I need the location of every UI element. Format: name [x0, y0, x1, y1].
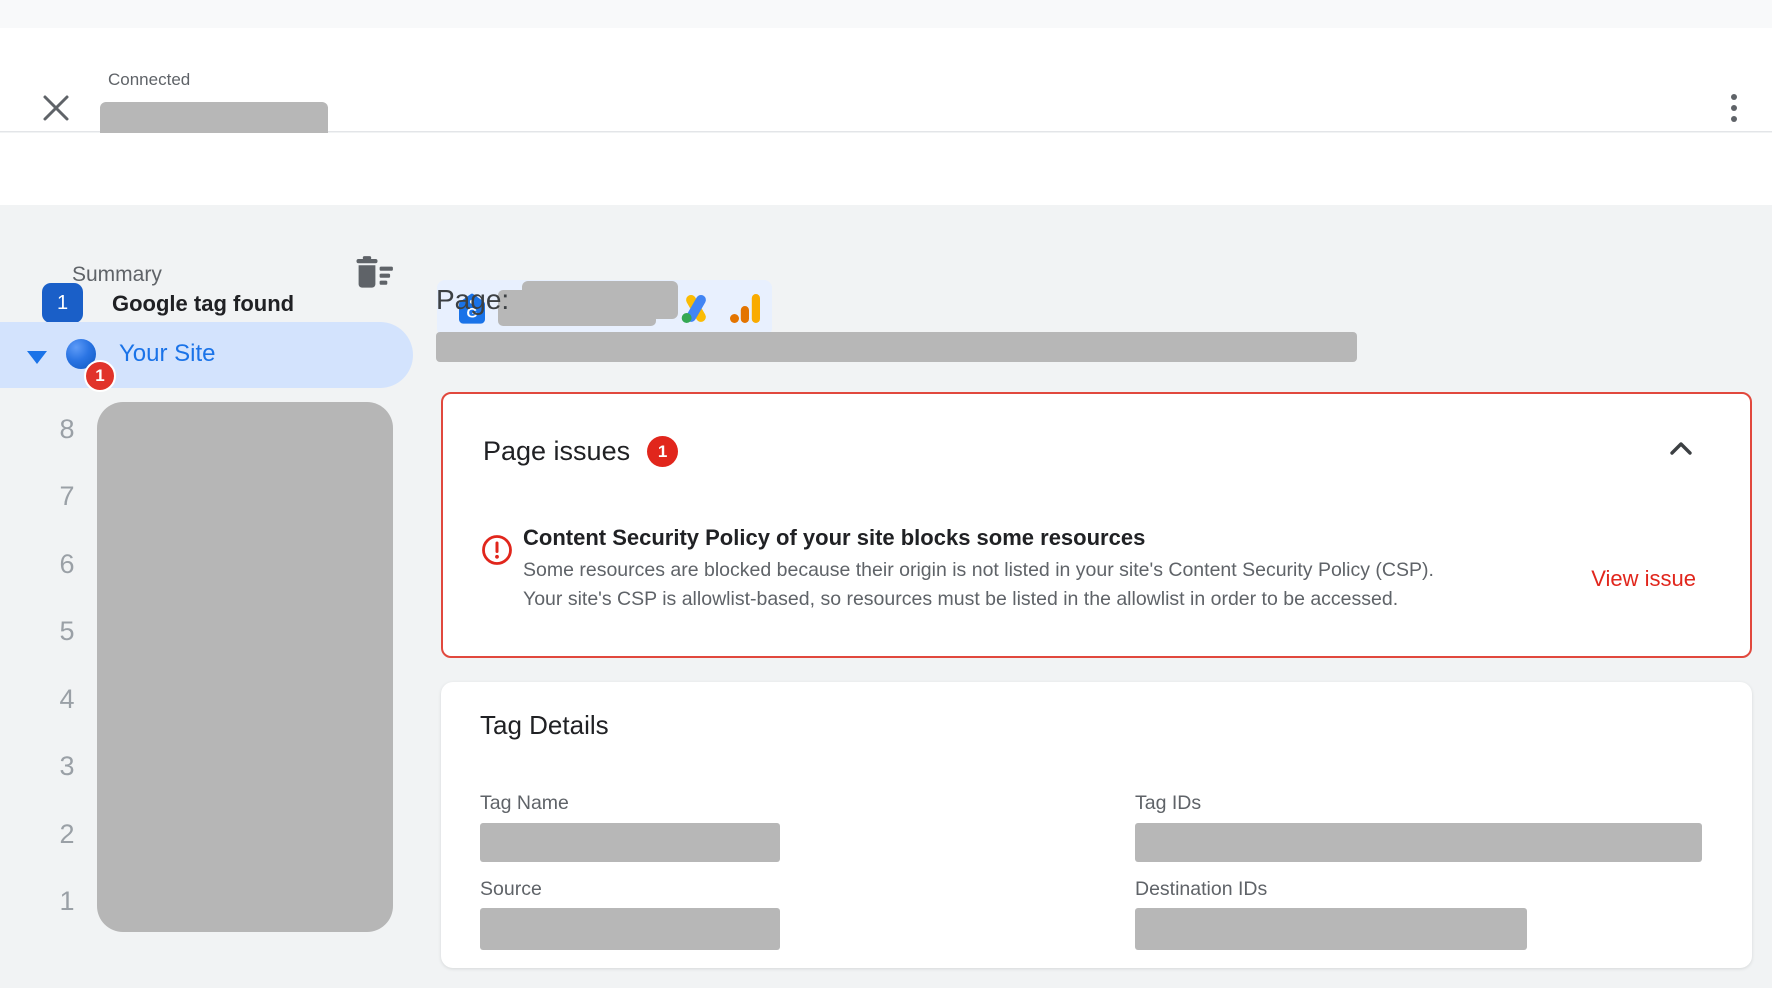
tag-details-card: Tag Details Tag Name Tag IDs Source Dest…	[441, 682, 1752, 968]
top-strip	[0, 0, 1772, 28]
kebab-menu-icon	[1731, 105, 1737, 111]
page-url-redacted	[436, 332, 1357, 362]
issue-description-block: Content Security Policy of your site blo…	[523, 525, 1573, 613]
issue-count-badge: 1	[647, 436, 678, 467]
summary-heading: Summary	[72, 263, 162, 287]
tag-ids-redacted	[1135, 823, 1702, 862]
sidebar-item-your-site[interactable]: 1 Your Site	[0, 322, 413, 388]
tag-found-label: Google tag found	[112, 291, 294, 317]
caret-down-icon[interactable]	[27, 351, 47, 364]
clear-log-button[interactable]	[350, 254, 398, 296]
more-options-button[interactable]	[1716, 84, 1752, 132]
collapse-issues-button[interactable]	[1664, 432, 1698, 466]
sidebar-item-label: Your Site	[119, 340, 216, 368]
issue-title: Content Security Policy of your site blo…	[523, 525, 1573, 551]
destination-ids-redacted	[1135, 908, 1527, 950]
google-ads-icon	[678, 292, 714, 325]
field-label-source: Source	[480, 878, 542, 901]
field-label-destination-ids: Destination IDs	[1135, 878, 1267, 901]
kebab-menu-icon	[1731, 116, 1737, 122]
issue-description-line2: Your site's CSP is allowlist-based, so r…	[523, 585, 1573, 614]
event-row-number: 7	[46, 481, 88, 512]
field-label-tag-ids: Tag IDs	[1135, 792, 1201, 815]
event-row-number: 1	[46, 886, 88, 917]
kebab-menu-icon	[1731, 94, 1737, 100]
google-analytics-icon	[730, 294, 760, 323]
source-redacted	[480, 908, 780, 950]
close-button[interactable]	[38, 90, 74, 126]
connection-header: Connected	[0, 28, 1772, 132]
event-row-number: 6	[46, 549, 88, 580]
event-row-number: 3	[46, 751, 88, 782]
page-name-redacted	[522, 281, 678, 319]
delete-sweep-icon	[350, 254, 398, 296]
field-label-tag-name: Tag Name	[480, 792, 569, 815]
close-icon	[38, 90, 74, 126]
page-label: Page:	[436, 284, 509, 316]
site-issue-badge: 1	[84, 360, 116, 392]
tag-count-badge: 1	[42, 283, 83, 323]
page-issues-card: Page issues 1 Content Security Policy of…	[441, 392, 1752, 658]
event-row-number: 2	[46, 819, 88, 850]
tag-name-redacted	[480, 823, 780, 862]
view-issue-link[interactable]: View issue	[1591, 566, 1696, 592]
chevron-up-icon	[1664, 432, 1698, 466]
tag-found-bar: 1 Google tag found G	[0, 133, 1772, 205]
page-issues-title: Page issues	[483, 436, 630, 467]
event-list-redacted	[97, 402, 393, 932]
tag-assistant-panel: Connected 1 Google tag found G	[0, 0, 1772, 988]
tag-details-title: Tag Details	[480, 710, 609, 741]
connection-status-label: Connected	[108, 70, 190, 90]
warning-icon	[481, 534, 513, 571]
event-row-number: 8	[46, 414, 88, 445]
issue-description-line1: Some resources are blocked because their…	[523, 556, 1573, 585]
page-title-row: Page:	[436, 281, 678, 319]
event-row-number: 4	[46, 684, 88, 715]
event-row-number: 5	[46, 616, 88, 647]
